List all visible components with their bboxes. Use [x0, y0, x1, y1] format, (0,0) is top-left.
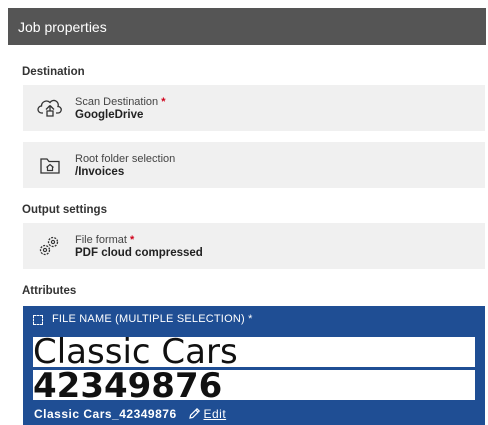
root-folder-value: /Invoices: [75, 166, 125, 178]
file-name-attribute-panel: FILE NAME (MULTIPLE SELECTION) * Classic…: [23, 306, 485, 425]
file-name-result-row: Classic Cars_42349876 Edit: [34, 407, 226, 423]
root-folder-label: Root folder selection: [75, 153, 176, 165]
file-name-selection-2[interactable]: 42349876: [33, 370, 475, 400]
scan-destination-value: GoogleDrive: [75, 109, 144, 121]
file-format-value: PDF cloud compressed: [75, 247, 203, 259]
scan-destination-card[interactable]: Scan Destination * GoogleDrive: [23, 85, 485, 131]
file-name-checkbox[interactable]: [33, 315, 43, 325]
attributes-section-label: Attributes: [22, 285, 77, 297]
output-settings-section-label: Output settings: [22, 204, 107, 216]
scan-destination-label: Scan Destination *: [75, 96, 166, 108]
pencil-icon[interactable]: [188, 407, 201, 423]
folder-icon: [37, 154, 63, 176]
file-format-label-text: File format: [75, 234, 127, 246]
destination-section-label: Destination: [22, 66, 85, 78]
selection-text: 42349876: [33, 370, 223, 400]
selection-text: Classic Cars: [33, 337, 238, 367]
edit-link[interactable]: Edit: [203, 407, 226, 421]
required-marker: *: [161, 96, 166, 108]
file-name-attribute-header: FILE NAME (MULTIPLE SELECTION) *: [52, 313, 253, 325]
job-properties-dialog: Job properties Destination Scan Destinat…: [0, 0, 488, 425]
file-format-card[interactable]: File format * PDF cloud compressed: [23, 223, 485, 269]
scan-destination-label-text: Scan Destination: [75, 96, 159, 108]
root-folder-card[interactable]: Root folder selection /Invoices: [23, 142, 485, 188]
required-marker: *: [130, 234, 135, 246]
file-name-result: Classic Cars_42349876: [34, 407, 177, 421]
gears-icon: [37, 234, 63, 256]
file-name-selection-1[interactable]: Classic Cars: [33, 337, 475, 367]
file-format-label: File format *: [75, 234, 134, 246]
dialog-title: Job properties: [8, 8, 486, 45]
cloud-upload-icon: [37, 97, 63, 119]
